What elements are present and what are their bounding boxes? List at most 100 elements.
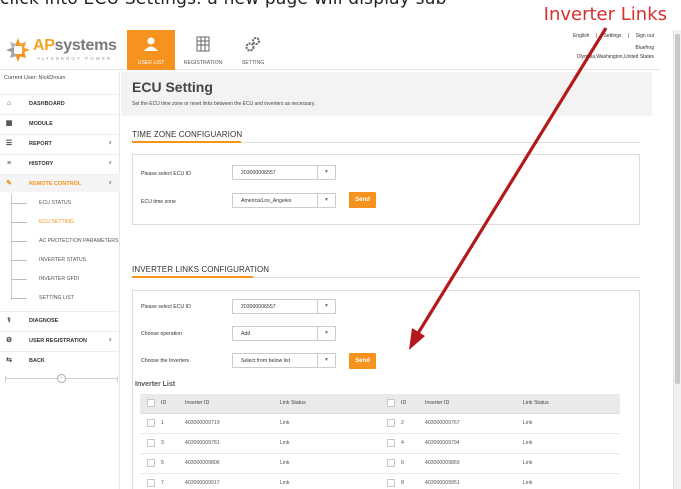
row-checkbox[interactable] bbox=[147, 419, 155, 427]
cell-id: 1 bbox=[161, 413, 185, 434]
sidebar-item-user-registration[interactable]: ⚙ USER REGISTRATION ∨ bbox=[0, 331, 120, 349]
cell-id: 7 bbox=[161, 473, 185, 489]
cell-inverter-id: 403000009951 bbox=[425, 473, 523, 489]
sidebar-item-label: REPORT bbox=[29, 141, 52, 147]
checkbox-cell bbox=[140, 433, 161, 454]
timezone-send-button[interactable]: Send bbox=[349, 192, 376, 208]
links-ecu-id-label: Please select ECU ID bbox=[141, 304, 191, 310]
main-content: ECU Setting Set the ECU time zone or res… bbox=[121, 72, 652, 489]
ecu-timezone-select[interactable]: America/Los_Angeles ▼ bbox=[232, 193, 336, 208]
sidebar-sub-inverter-gfdi[interactable]: INVERTER GFDI bbox=[0, 270, 120, 289]
row-checkbox[interactable] bbox=[387, 439, 395, 447]
sub-item-label: AC PROTECTION PARAMETERS bbox=[39, 238, 119, 244]
column-header: Link Status bbox=[523, 394, 620, 414]
table-row: 5 403000009806 Link 6 403000009869 Link bbox=[140, 453, 620, 474]
tab-user-list[interactable]: USER LIST bbox=[127, 30, 175, 70]
sidebar-item-label: MODULE bbox=[29, 121, 53, 127]
row-checkbox[interactable] bbox=[147, 459, 155, 467]
dropdown-arrow-icon: ▼ bbox=[317, 194, 335, 207]
sidebar-item-remote-control[interactable]: ✎ REMOTE CONTROL ∨ bbox=[0, 174, 120, 192]
tab-label: REGISTRATION bbox=[183, 60, 223, 66]
sub-item-label: SETTING LIST bbox=[39, 295, 74, 301]
sidebar-sub-inverter-status[interactable]: INVERTER STATUS bbox=[0, 251, 120, 270]
row-checkbox[interactable] bbox=[147, 439, 155, 447]
timezone-panel: Please select ECU ID 203000006557 ▼ ECU … bbox=[132, 154, 640, 225]
sidebar-sub-ecu-status[interactable]: ECU STATUS bbox=[0, 194, 120, 213]
column-header: Inverter ID bbox=[425, 394, 523, 414]
brand-logo[interactable]: APsystems ALTENERGY POWER bbox=[3, 35, 133, 65]
sidebar-item-back[interactable]: ⇆ BACK bbox=[0, 351, 120, 369]
checkbox-cell bbox=[140, 453, 161, 474]
table-header-row: ID Inverter ID Link Status ID Inverter I… bbox=[140, 394, 620, 414]
cell-id: 5 bbox=[161, 453, 185, 474]
cell-link-status: Link bbox=[280, 473, 380, 489]
chevron-down-icon: ∨ bbox=[108, 180, 112, 186]
tree-branch bbox=[11, 241, 27, 242]
cell-link-status: Link bbox=[523, 473, 620, 489]
sidebar-item-diagnose[interactable]: ⚕ DIAGNOSE bbox=[0, 311, 120, 329]
links-send-button[interactable]: Send bbox=[349, 353, 376, 369]
row-checkbox[interactable] bbox=[147, 479, 155, 487]
sign-out-link[interactable]: Sign out bbox=[636, 33, 654, 39]
page-scrollbar[interactable] bbox=[673, 30, 681, 489]
checkbox-cell bbox=[380, 433, 401, 454]
select-value: 203000006557 bbox=[241, 170, 276, 176]
select-value: Add bbox=[241, 331, 251, 337]
cell-link-status: Link bbox=[523, 413, 620, 434]
sub-item-label: INVERTER STATUS bbox=[39, 257, 87, 263]
row-checkbox[interactable] bbox=[387, 419, 395, 427]
gears-icon bbox=[245, 37, 260, 52]
cell-link-status: Link bbox=[280, 413, 380, 434]
sidebar-sub-ac-protection[interactable]: AC PROTECTION PARAMETERS bbox=[0, 232, 120, 251]
scrollbar-thumb[interactable] bbox=[675, 34, 680, 384]
sidebar-item-dashboard[interactable]: ⌂ DASHBOARD bbox=[0, 94, 120, 112]
dropdown-arrow-icon: ▼ bbox=[317, 327, 335, 340]
caption-cut-text: click into ECU Settings. a new page will… bbox=[0, 0, 447, 9]
select-all-checkbox[interactable] bbox=[387, 399, 395, 408]
operation-select[interactable]: Add ▼ bbox=[232, 326, 336, 341]
ecu-id-select[interactable]: 203000006557 ▼ bbox=[232, 165, 336, 180]
tab-setting[interactable]: SETTING bbox=[229, 30, 277, 70]
tab-registration[interactable]: REGISTRATION bbox=[179, 30, 227, 70]
timezone-section-title: TIME ZONE CONFIGUARION bbox=[132, 130, 243, 139]
logo-mark-icon bbox=[6, 38, 30, 62]
sidebar-item-history[interactable]: ≡ HISTORY ∨ bbox=[0, 154, 120, 172]
inverter-links-panel: Please select ECU ID 203000006557 ▼ Choo… bbox=[132, 290, 640, 489]
collapse-sidebar-button[interactable]: ‹ bbox=[57, 374, 66, 383]
sub-item-label: ECU SETTING bbox=[39, 219, 74, 225]
caption-strip: click into ECU Settings. a new page will… bbox=[0, 0, 681, 30]
inverters-select[interactable]: Select from below list ▼ bbox=[232, 353, 336, 368]
report-icon: ☰ bbox=[5, 140, 13, 147]
sidebar-item-label: USER REGISTRATION bbox=[29, 338, 87, 344]
dropdown-arrow-icon: ▼ bbox=[317, 166, 335, 179]
section-underline bbox=[132, 141, 241, 143]
links-ecu-id-select[interactable]: 203000006557 ▼ bbox=[232, 299, 336, 314]
operation-label: Choose operation bbox=[141, 331, 182, 337]
separator: | bbox=[627, 33, 630, 39]
header-links: English | Settings | Sign out bbox=[568, 32, 654, 41]
language-link[interactable]: English bbox=[573, 33, 589, 39]
sidebar-item-module[interactable]: ▦ MODULE bbox=[0, 114, 120, 132]
cell-id: 2 bbox=[401, 413, 425, 434]
page-title: ECU Setting bbox=[132, 79, 213, 95]
sidebar-item-label: HISTORY bbox=[29, 161, 54, 167]
sidebar-sub-ecu-setting[interactable]: ECU SETTING bbox=[0, 213, 120, 232]
inverter-table: ID Inverter ID Link Status ID Inverter I… bbox=[140, 394, 620, 489]
inverter-list-title: Inverter List bbox=[135, 381, 176, 388]
column-header: Inverter ID bbox=[185, 394, 280, 414]
tree-branch bbox=[11, 222, 27, 223]
chevron-down-icon: ∨ bbox=[108, 337, 112, 343]
row-checkbox[interactable] bbox=[387, 479, 395, 487]
select-all-checkbox[interactable] bbox=[147, 399, 155, 408]
sidebar-item-report[interactable]: ☰ REPORT ∨ bbox=[0, 134, 120, 152]
ecu-id-label: Please select ECU ID bbox=[141, 171, 191, 177]
row-checkbox[interactable] bbox=[387, 459, 395, 467]
select-value: America/Los_Angeles bbox=[241, 198, 292, 204]
settings-link[interactable]: Settings bbox=[603, 33, 621, 39]
brand-name: APsystems bbox=[33, 37, 117, 54]
sidebar-sub-setting-list[interactable]: SETTING LIST bbox=[0, 289, 120, 308]
column-header: Link Status bbox=[280, 394, 380, 414]
checkbox-cell bbox=[380, 473, 401, 489]
select-value: 203000006557 bbox=[241, 304, 276, 310]
column-header: ID bbox=[401, 394, 425, 414]
